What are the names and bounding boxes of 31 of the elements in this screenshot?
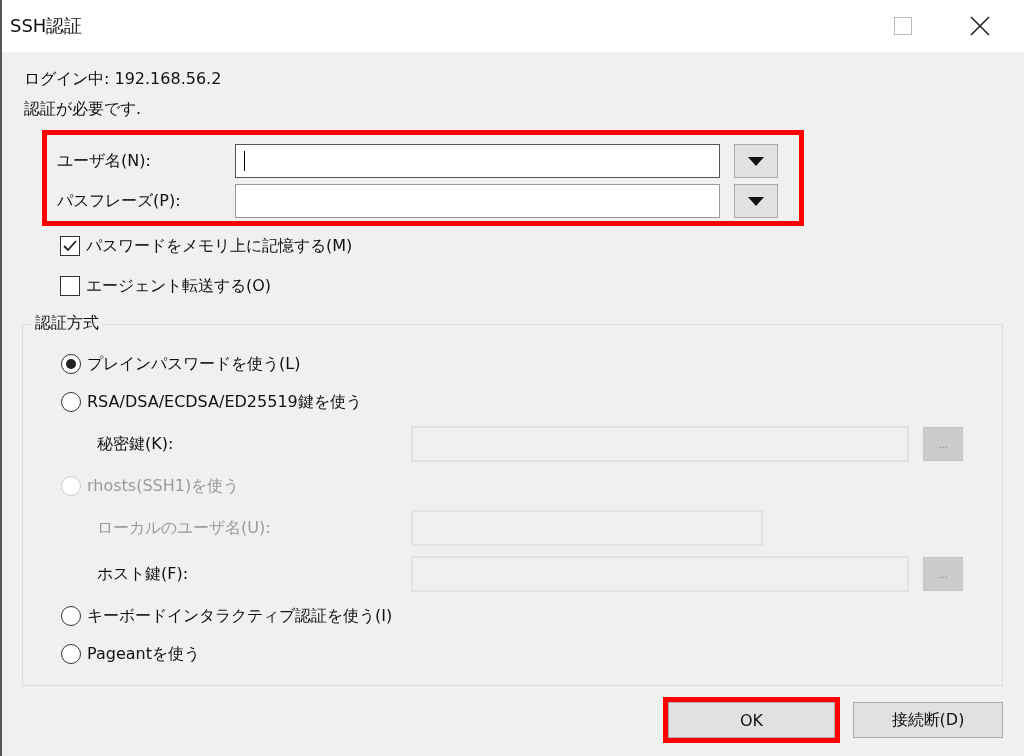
checkbox-label: エージェント転送する(O) [86,275,272,297]
radio-label: RSA/DSA/ECDSA/ED25519鍵を使う [87,391,362,413]
dropdown-button[interactable] [734,184,778,218]
checkbox[interactable] [60,236,80,256]
combo-field[interactable] [235,144,720,178]
radio-button[interactable] [61,606,81,626]
radio-label: Pageantを使う [87,643,200,665]
dropdown-button[interactable] [734,144,778,178]
field-label: ユーザ名(N): [57,150,152,172]
text-caret [244,151,245,171]
window-title: SSH認証 [9,14,83,38]
checkbox[interactable] [60,276,80,296]
field-label: パスフレーズ(P): [57,190,182,212]
caret-icon [748,196,764,206]
radio-label: キーボードインタラクティブ認証を使う(I) [87,605,393,627]
dialog-button[interactable]: OK [668,702,835,738]
combo-field[interactable] [235,184,720,218]
radio-label: rhosts(SSH1)を使う [87,475,240,497]
caret-icon [748,156,764,166]
radio-button[interactable] [61,354,81,374]
auth-required-text: 認証が必要です. [23,98,143,120]
close-icon[interactable] [970,16,990,36]
field-label: ローカルのユーザ名(U): [97,517,272,539]
dialog-button[interactable]: 接続断(D) [853,702,1003,738]
radio-button[interactable] [61,392,81,412]
field-label: ホスト鍵(F): [97,563,190,585]
field-label: 秘密鍵(K): [97,433,175,455]
login-status: ログイン中: 192.168.56.2 [23,68,223,90]
radio-button[interactable] [61,644,81,664]
checkbox-label: パスワードをメモリ上に記憶する(M) [86,235,353,257]
radio-label: プレインパスワードを使う(L) [87,353,301,375]
